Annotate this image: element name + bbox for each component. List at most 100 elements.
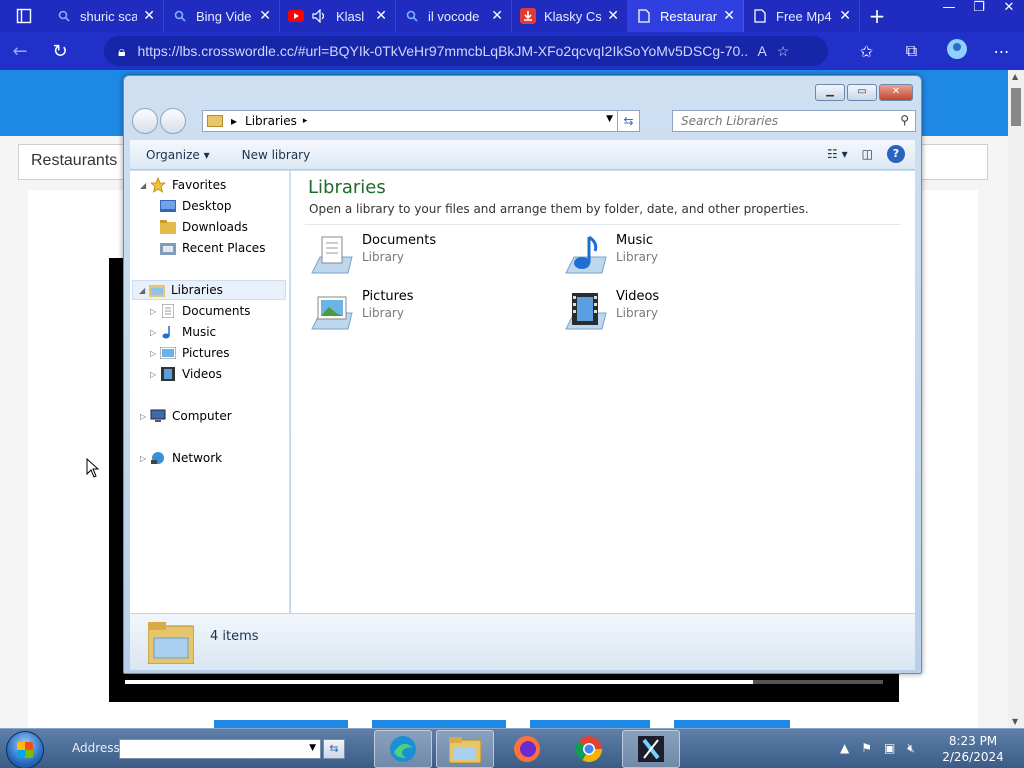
tab-5-active[interactable]: Restaurar ✕ [628, 0, 744, 32]
address-toolbar-label: Address [72, 741, 120, 755]
collections-icon[interactable]: ⧉ [889, 41, 934, 61]
minimize-icon[interactable]: — [934, 0, 964, 18]
organize-button[interactable]: Organize ▾ [130, 148, 226, 162]
read-aloud-icon[interactable]: A [757, 43, 766, 59]
expand-icon[interactable]: ◢ [139, 286, 149, 295]
close-icon[interactable]: ✕ [143, 8, 155, 24]
content-pane: Libraries Open a library to your files a… [291, 171, 915, 613]
nav-libraries[interactable]: ◢ Libraries [132, 280, 286, 300]
taskbar-video-editor[interactable] [622, 730, 680, 768]
taskbar-explorer[interactable] [436, 730, 494, 768]
preview-pane-icon[interactable]: ◫ [862, 147, 873, 161]
scroll-thumb[interactable] [1011, 88, 1021, 126]
breadcrumb-separator[interactable]: ▸ [231, 114, 237, 128]
taskbar-edge[interactable] [374, 730, 432, 768]
computer-icon [150, 409, 166, 423]
profile-avatar-icon[interactable] [934, 38, 979, 64]
tab-label: il vocode [428, 8, 480, 24]
nav-favorites[interactable]: ◢ Favorites [140, 175, 226, 195]
tab-6[interactable]: Free Mp4 ✕ [744, 0, 860, 32]
close-icon[interactable]: ✕ [259, 8, 271, 24]
tab-label: Klasl [336, 8, 365, 24]
forward-button[interactable] [160, 108, 186, 134]
page-scrollbar[interactable]: ▲ ▼ [1008, 70, 1024, 728]
tab-2[interactable]: Klasl ✕ [280, 0, 396, 32]
nav-pictures[interactable]: ▷ Pictures [150, 343, 230, 363]
nav-computer[interactable]: ▷ Computer [140, 406, 232, 426]
chevron-down-icon[interactable]: ▼ [309, 743, 316, 753]
address-go-button[interactable]: ⇆ [323, 739, 345, 759]
close-icon[interactable]: ✕ [491, 8, 503, 24]
expand-icon[interactable]: ▷ [150, 370, 160, 379]
taskbar-firefox[interactable] [498, 730, 556, 768]
library-music[interactable]: Music Library [562, 233, 658, 281]
address-bar[interactable]: 🔒︎ https://lbs.crosswordle.cc/#url=BQYIk… [104, 36, 828, 66]
documents-library-icon [308, 233, 356, 281]
minimize-button[interactable]: ▁ [815, 84, 845, 101]
scroll-down-icon[interactable]: ▼ [1012, 717, 1018, 726]
expand-icon[interactable]: ▷ [140, 454, 150, 463]
breadcrumb-item-libraries[interactable]: Libraries [245, 114, 297, 128]
taskbar-address-input[interactable]: ▼ [119, 739, 321, 759]
expand-icon[interactable]: ▷ [150, 349, 160, 358]
tab-actions-icon[interactable] [0, 0, 48, 32]
help-icon[interactable]: ? [887, 145, 905, 163]
clock[interactable]: 8:23 PM 2/26/2024 [936, 733, 1010, 765]
maximize-button[interactable]: ▭ [847, 84, 877, 101]
page-subtitle: Open a library to your files and arrange… [309, 202, 809, 216]
favorites-icon[interactable]: ✩ [844, 42, 889, 61]
library-videos[interactable]: Videos Library [562, 289, 659, 337]
network-tray-icon[interactable]: ▣ [884, 741, 895, 756]
browser-tab-bar: shuric sca ✕ Bing Vide ✕ Klasl ✕ il voco… [0, 0, 1024, 32]
nav-documents[interactable]: ▷ Documents [150, 301, 250, 321]
libraries-icon [149, 283, 165, 297]
tab-4[interactable]: Klasky Cs ✕ [512, 0, 628, 32]
expand-icon[interactable]: ▷ [150, 328, 160, 337]
tab-0[interactable]: shuric sca ✕ [48, 0, 164, 32]
view-options-icon[interactable]: ☷ ▾ [827, 147, 848, 161]
close-icon[interactable]: ✕ [723, 8, 735, 24]
expand-icon[interactable]: ▷ [150, 307, 160, 316]
nav-desktop[interactable]: Desktop [160, 196, 232, 216]
show-hidden-icons[interactable]: ▲ [840, 741, 849, 756]
close-button[interactable]: ✕ [879, 84, 913, 101]
details-pane: 4 items [130, 613, 915, 670]
refresh-icon[interactable]: ↻ [40, 32, 80, 70]
back-arrow-icon[interactable]: ← [0, 32, 40, 70]
add-favorite-icon[interactable]: ☆ [777, 43, 790, 60]
close-icon[interactable]: ✕ [375, 8, 387, 24]
restore-icon[interactable]: ❐ [964, 0, 994, 18]
start-button[interactable] [6, 731, 44, 768]
tab-3[interactable]: il vocode ✕ [396, 0, 512, 32]
expand-icon[interactable]: ▷ [140, 412, 150, 421]
nav-network[interactable]: ▷ Network [140, 448, 222, 468]
close-icon[interactable]: ✕ [839, 8, 851, 24]
chevron-down-icon[interactable]: ▼ [606, 114, 613, 124]
action-center-flag-icon[interactable]: ⚑ [861, 741, 872, 756]
new-tab-button[interactable]: + [860, 4, 894, 28]
tab-1[interactable]: Bing Vide ✕ [164, 0, 280, 32]
library-documents[interactable]: Documents Library [308, 233, 436, 281]
refresh-button[interactable]: ⇆ [617, 111, 639, 131]
close-icon[interactable]: ✕ [607, 8, 619, 24]
more-icon[interactable]: ⋯ [979, 42, 1024, 61]
nav-videos[interactable]: ▷ Videos [150, 364, 222, 384]
expand-icon[interactable]: ◢ [140, 181, 150, 190]
nav-downloads[interactable]: Downloads [160, 217, 248, 237]
back-button[interactable] [132, 108, 158, 134]
nav-music[interactable]: ▷ Music [150, 322, 216, 342]
scroll-up-icon[interactable]: ▲ [1012, 72, 1018, 81]
search-input[interactable]: Search Libraries ⚲ [672, 110, 916, 132]
nav-recent-places[interactable]: Recent Places [160, 238, 265, 258]
speaker-icon[interactable] [312, 8, 328, 24]
close-icon[interactable]: ✕ [994, 0, 1024, 18]
search-icon [404, 8, 420, 24]
breadcrumb-separator[interactable]: ▸ [303, 116, 308, 126]
search-icon[interactable]: ⚲ [900, 113, 909, 127]
library-pictures[interactable]: Pictures Library [308, 289, 413, 337]
taskbar-chrome[interactable] [560, 730, 618, 768]
new-library-button[interactable]: New library [226, 148, 327, 162]
breadcrumb[interactable]: ▸ Libraries ▸ ▼ ⇆ [202, 110, 640, 132]
volume-muted-icon[interactable]: 🔇︎ [907, 741, 915, 756]
video-progress-bar[interactable] [125, 680, 883, 684]
